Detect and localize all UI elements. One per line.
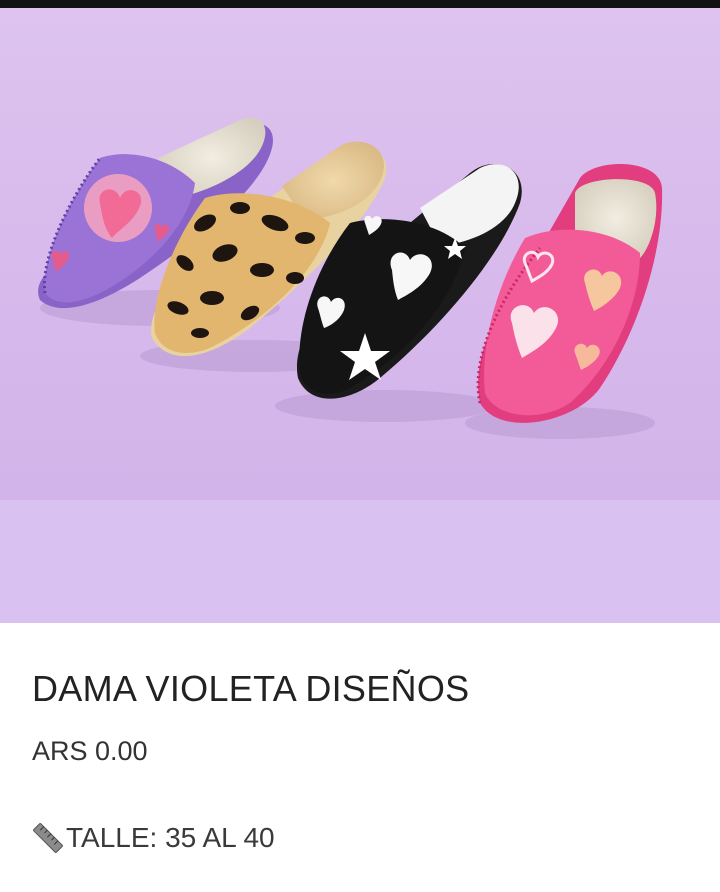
size-info: TALLE: 35 AL 40 (30, 820, 275, 856)
product-price: ARS 0.00 (32, 736, 148, 766)
product-photo[interactable] (0, 8, 720, 623)
product-title: DAMA VIOLETA DISEÑOS (32, 668, 470, 709)
top-status-bar (0, 0, 720, 8)
ruler-icon (30, 820, 66, 856)
size-text: TALLE: 35 AL 40 (66, 822, 275, 853)
